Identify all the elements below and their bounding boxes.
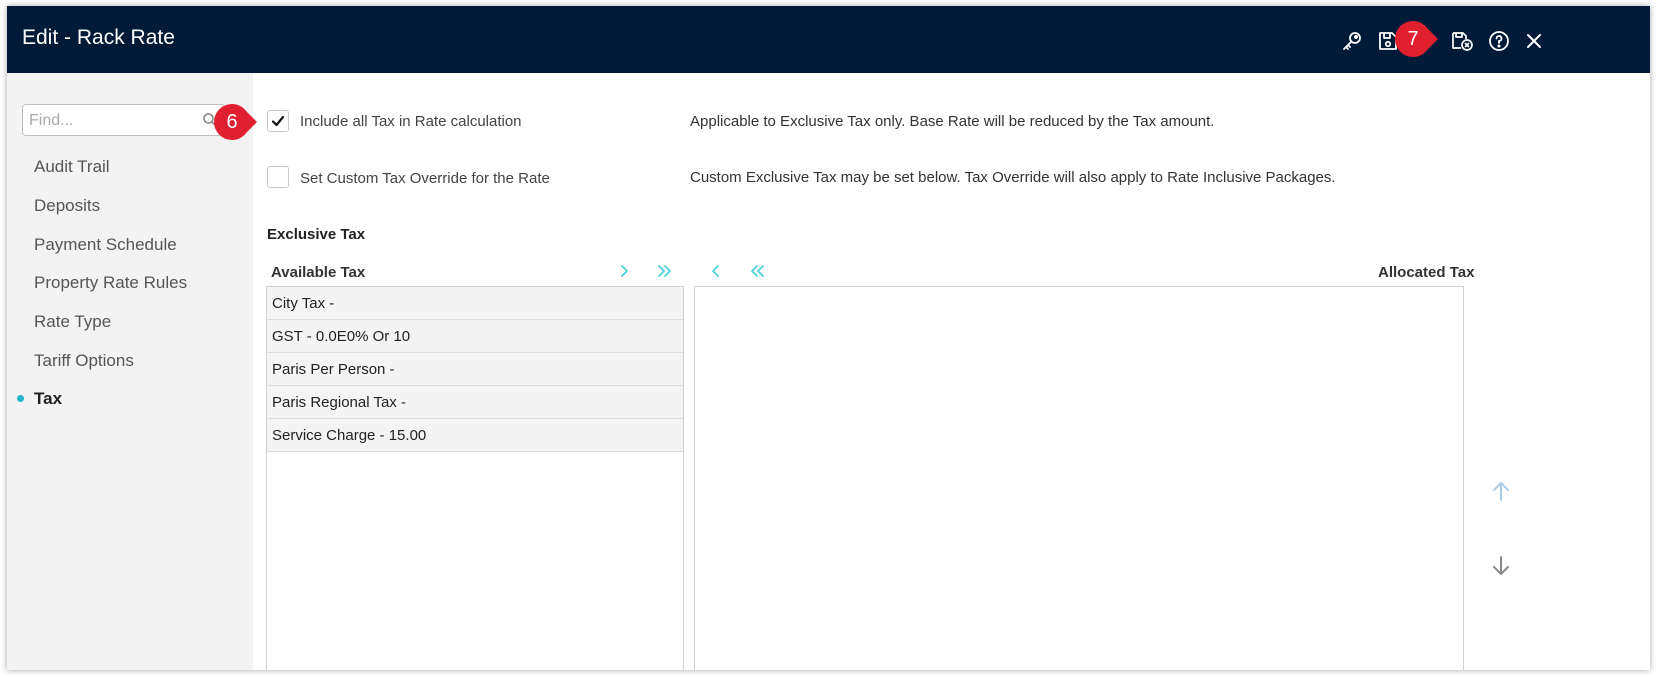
sidebar-item-payment-schedule[interactable]: Payment Schedule — [34, 235, 177, 255]
edit-rack-rate-window: Edit - Rack Rate 7 Find... Audit Trail D… — [7, 6, 1650, 670]
checkmark-icon — [271, 115, 285, 127]
include-all-tax-label: Include all Tax in Rate calculation — [300, 113, 522, 130]
sidebar: Audit Trail Deposits Payment Schedule Pr… — [7, 73, 253, 670]
close-icon[interactable] — [1522, 29, 1546, 53]
move-right-icon[interactable] — [615, 262, 633, 280]
list-item[interactable]: Paris Per Person - — [267, 353, 683, 386]
find-field[interactable] — [22, 104, 225, 136]
move-up-icon[interactable] — [1491, 480, 1511, 502]
callout-badge-6: 6 — [213, 102, 257, 142]
include-all-tax-checkbox[interactable] — [267, 110, 289, 132]
move-left-icon[interactable] — [707, 262, 725, 280]
available-tax-header: Available Tax — [271, 264, 366, 281]
sidebar-item-tariff-options[interactable]: Tariff Options — [34, 351, 134, 371]
sidebar-item-rate-type[interactable]: Rate Type — [34, 312, 111, 332]
custom-tax-override-description: Custom Exclusive Tax may be set below. T… — [690, 169, 1336, 186]
custom-tax-override-checkbox[interactable] — [267, 166, 289, 188]
save-and-close-icon[interactable] — [1450, 29, 1474, 53]
sidebar-item-deposits[interactable]: Deposits — [34, 196, 100, 216]
find-input[interactable] — [29, 111, 189, 131]
move-down-icon[interactable] — [1491, 555, 1511, 577]
list-item[interactable]: Service Charge - 15.00 — [267, 419, 683, 452]
include-all-tax-description: Applicable to Exclusive Tax only. Base R… — [690, 113, 1215, 130]
key-icon[interactable] — [1340, 29, 1364, 53]
list-item[interactable]: Paris Regional Tax - — [267, 386, 683, 419]
window-title: Edit - Rack Rate — [22, 26, 175, 49]
main-panel: Include all Tax in Rate calculation Appl… — [214, 73, 1650, 670]
allocated-tax-list[interactable] — [694, 286, 1464, 670]
sidebar-item-audit-trail[interactable]: Audit Trail — [34, 157, 110, 177]
move-all-right-icon[interactable] — [656, 262, 674, 280]
active-indicator-dot — [17, 395, 24, 402]
exclusive-tax-title: Exclusive Tax — [267, 226, 366, 243]
allocated-tax-header: Allocated Tax — [1378, 264, 1475, 281]
available-tax-list: City Tax - GST - 0.0E0% Or 10 Paris Per … — [266, 286, 684, 670]
help-icon[interactable] — [1487, 29, 1511, 53]
custom-tax-override-label: Set Custom Tax Override for the Rate — [300, 170, 550, 187]
title-bar: Edit - Rack Rate 7 — [7, 6, 1650, 73]
move-all-left-icon[interactable] — [748, 262, 766, 280]
list-item[interactable]: GST - 0.0E0% Or 10 — [267, 320, 683, 353]
callout-badge-7: 7 — [1394, 19, 1438, 59]
sidebar-item-tax[interactable]: Tax — [34, 389, 62, 409]
sidebar-item-property-rate-rules[interactable]: Property Rate Rules — [34, 273, 187, 293]
list-item[interactable]: City Tax - — [267, 287, 683, 320]
